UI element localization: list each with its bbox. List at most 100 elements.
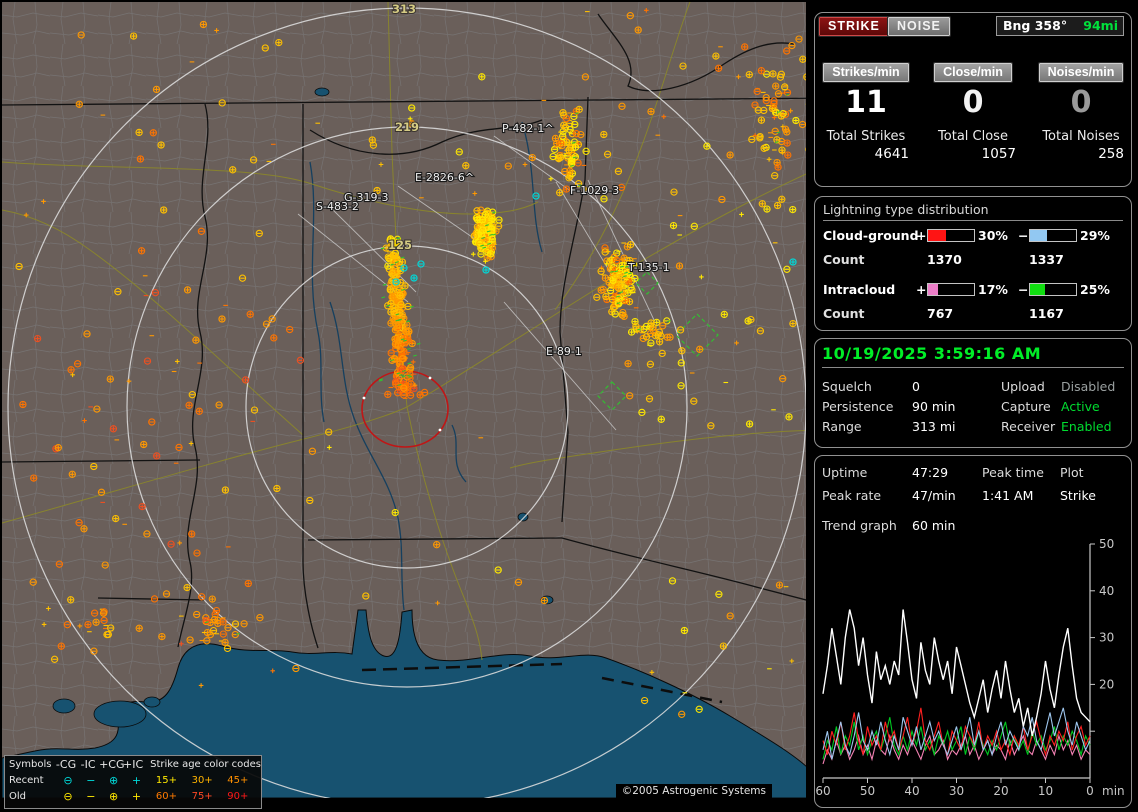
copyright-notice: ©2005 Astrogenic Systems bbox=[615, 784, 772, 799]
capture-label: Capture bbox=[1001, 399, 1051, 414]
cloud-ground-count-row: Count 1370 1337 bbox=[815, 252, 1131, 268]
minus-sign: − bbox=[1018, 228, 1029, 243]
current-datetime: 10/19/2025 3:59:16 AM bbox=[822, 344, 1124, 368]
range-value: 313 mi bbox=[912, 419, 956, 434]
old-cg-plus-icon: ⊕ bbox=[109, 789, 119, 803]
svg-text:20: 20 bbox=[993, 784, 1008, 798]
legend-age-title: Strike age color codes bbox=[150, 758, 261, 770]
ring-distance-label: 313 bbox=[392, 2, 416, 16]
strike-mode-button[interactable]: STRIKE bbox=[818, 16, 890, 37]
svg-text:min: min bbox=[1102, 784, 1125, 798]
ic-plus-count: 767 bbox=[927, 306, 954, 321]
age-15: 15+ bbox=[155, 774, 177, 786]
legend-old-label: Old bbox=[9, 790, 26, 802]
intracloud-count-row: Count 767 1167 bbox=[815, 306, 1131, 322]
recent-cg-plus-icon: ⊕ bbox=[109, 773, 119, 787]
age-30: 30+ bbox=[191, 774, 213, 786]
old-cg-minus-icon: ⊖ bbox=[63, 789, 73, 803]
noises-per-min-value: 0 bbox=[1070, 85, 1092, 120]
legend-symbols-header: Symbols bbox=[9, 758, 52, 770]
intracloud-row: Intracloud + 17% − 25% bbox=[815, 282, 1131, 298]
age-45: 45+ bbox=[227, 774, 249, 786]
total-strikes-label: Total Strikes bbox=[826, 129, 906, 144]
legend-recent-label: Recent bbox=[9, 774, 44, 786]
capture-status: Active bbox=[1061, 399, 1100, 414]
storm-cell-label: E-89-1 bbox=[546, 345, 582, 358]
map-legend: Symbols -CG -IC +CG +IC Strike age color… bbox=[4, 755, 262, 809]
bearing-value: Bng 358° bbox=[1003, 18, 1068, 33]
noise-mode-button[interactable]: NOISE bbox=[887, 16, 951, 37]
storm-cell-label: T-135-1 bbox=[627, 261, 670, 274]
svg-text:0: 0 bbox=[1086, 784, 1094, 798]
plus-sign: + bbox=[916, 282, 927, 297]
legend-col-cg-minus: -CG bbox=[55, 757, 77, 771]
ic-minus-bar bbox=[1029, 283, 1077, 296]
svg-text:30: 30 bbox=[1099, 631, 1114, 645]
svg-text:20: 20 bbox=[1099, 677, 1114, 691]
persistence-label: Persistence bbox=[822, 399, 894, 414]
ic-minus-pct: 25% bbox=[1080, 282, 1110, 297]
close-per-min-column: Close/min 0 Total Close 1057 bbox=[928, 61, 1018, 162]
map-canvas[interactable]: 313219125S-483-2G-319-3E-2826-6^P-482-1^… bbox=[2, 2, 806, 810]
lightning-map[interactable]: 313 219 125 S-483-2 G-319-3 E-2826-6^ P-482-1^… bbox=[2, 2, 806, 810]
bearing-readout: Bng 358° 94mi bbox=[996, 16, 1124, 36]
storm-cell-label: P-482-1^ bbox=[502, 122, 554, 135]
range-label: Range bbox=[822, 419, 862, 434]
ic-minus-count: 1167 bbox=[1029, 306, 1064, 321]
trend-graph: 60 50 40 30 20 10 0 min 20 30 40 50 bbox=[815, 537, 1125, 798]
age-75: 75+ bbox=[191, 790, 213, 802]
intracloud-label: Intracloud bbox=[823, 282, 896, 297]
cg-minus-count: 1337 bbox=[1029, 252, 1064, 267]
receiver-label: Receiver bbox=[1001, 419, 1056, 434]
legend-col-cg-plus: +CG bbox=[99, 757, 125, 771]
minus-sign: − bbox=[1018, 282, 1029, 297]
total-close-value: 1057 bbox=[981, 146, 1016, 162]
upload-status: Disabled bbox=[1061, 379, 1116, 394]
cloud-ground-label: Cloud-ground bbox=[823, 228, 919, 243]
squelch-label: Squelch bbox=[822, 379, 872, 394]
count-label: Count bbox=[823, 306, 865, 321]
squelch-value: 0 bbox=[912, 379, 920, 394]
svg-text:30: 30 bbox=[949, 784, 964, 798]
total-noises-label: Total Noises bbox=[1042, 129, 1120, 144]
recent-ic-plus-icon: + bbox=[131, 773, 142, 787]
total-strikes-value: 4641 bbox=[874, 146, 909, 162]
noises-per-min-button[interactable]: Noises/min bbox=[1037, 62, 1125, 83]
old-ic-minus-icon: − bbox=[86, 789, 96, 803]
age-60: 60+ bbox=[155, 790, 177, 802]
storm-cell-label: F-1029-3 bbox=[570, 184, 619, 197]
svg-text:40: 40 bbox=[904, 784, 919, 798]
strikes-per-min-button[interactable]: Strikes/min bbox=[822, 62, 910, 83]
total-noises-value: 258 bbox=[1098, 146, 1124, 162]
noises-per-min-column: Noises/min 0 Total Noises 258 bbox=[1036, 61, 1126, 162]
storm-cell-label: E-2826-6^ bbox=[415, 171, 474, 184]
age-90: 90+ bbox=[227, 790, 249, 802]
counters-panel: STRIKE NOISE Bng 358° 94mi Strikes/min 1… bbox=[814, 12, 1132, 187]
count-label: Count bbox=[823, 252, 865, 267]
storm-cell-label: G-319-3 bbox=[344, 191, 388, 204]
plus-sign: + bbox=[916, 228, 927, 243]
svg-text:10: 10 bbox=[1038, 784, 1053, 798]
cg-plus-pct: 30% bbox=[978, 228, 1008, 243]
old-ic-plus-icon: + bbox=[131, 789, 142, 803]
status-panel: 10/19/2025 3:59:16 AM Squelch 0 Persiste… bbox=[814, 338, 1132, 448]
legend-col-ic-minus: -IC bbox=[80, 757, 96, 771]
app-window: 313 219 125 S-483-2 G-319-3 E-2826-6^ P-482-1^… bbox=[0, 0, 1138, 812]
persistence-value: 90 min bbox=[912, 399, 956, 414]
close-per-min-button[interactable]: Close/min bbox=[933, 62, 1013, 83]
ring-distance-label: 219 bbox=[395, 120, 419, 134]
cg-minus-pct: 29% bbox=[1080, 228, 1110, 243]
close-per-min-value: 0 bbox=[962, 85, 984, 120]
svg-text:50: 50 bbox=[1099, 537, 1114, 551]
lightning-distribution-panel: Lightning type distribution Cloud-ground… bbox=[814, 196, 1132, 331]
legend-col-ic-plus: +IC bbox=[123, 757, 144, 771]
svg-text:50: 50 bbox=[860, 784, 875, 798]
ring-distance-label: 125 bbox=[388, 238, 412, 252]
recent-cg-minus-icon: ⊖ bbox=[63, 773, 73, 787]
svg-text:40: 40 bbox=[1099, 584, 1114, 598]
ic-plus-bar bbox=[927, 283, 975, 296]
distribution-title: Lightning type distribution bbox=[823, 202, 1123, 221]
cg-minus-bar bbox=[1029, 229, 1077, 242]
cloud-ground-row: Cloud-ground + 30% − 29% bbox=[815, 228, 1131, 244]
strikes-per-min-value: 11 bbox=[845, 85, 887, 120]
